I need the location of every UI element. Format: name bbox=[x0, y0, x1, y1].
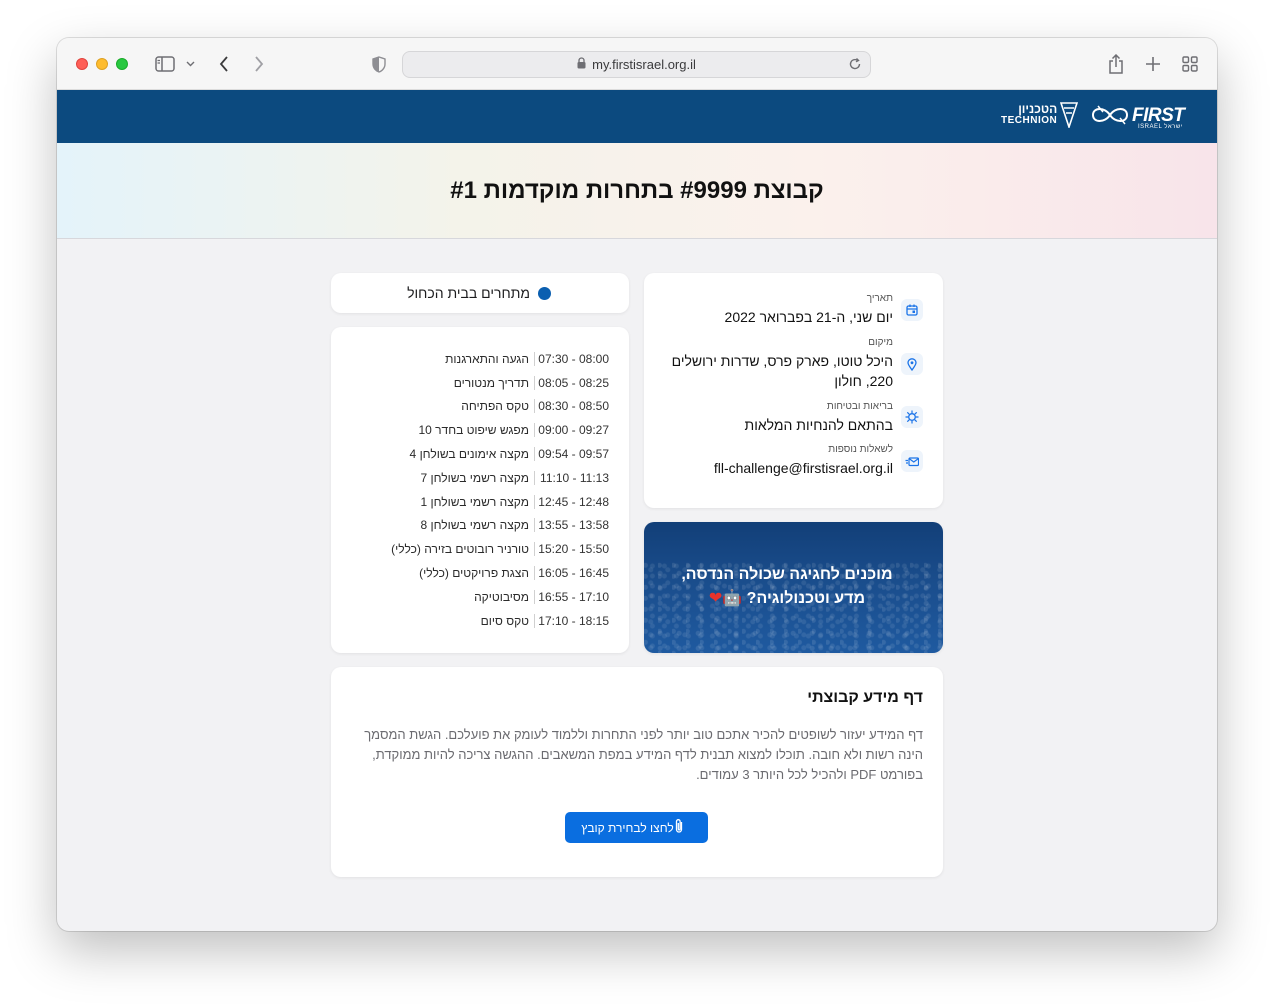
schedule-time: 17:10 - 16:55 bbox=[534, 589, 609, 604]
schedule-time: 08:25 - 08:05 bbox=[534, 375, 609, 390]
schedule-activity: טקס הפתיחה bbox=[461, 399, 529, 414]
robot-icon: 🤖 bbox=[722, 590, 743, 607]
schedule-row: 12:48 - 12:45 מקצה רשמי בשולחן 1 bbox=[349, 490, 609, 514]
calendar-icon bbox=[901, 299, 923, 321]
promo-banner[interactable]: מוכנים לחגיגה שכולה הנדסה, מדע וטכנולוגי… bbox=[644, 522, 943, 653]
safety-label: בריאות ובטיחות bbox=[826, 401, 893, 412]
schedule-time: 15:50 - 15:20 bbox=[534, 542, 609, 557]
team-info-card: דף מידע קבוצתי דף המידע יעזור לשופטים לה… bbox=[331, 667, 943, 877]
zoom-window-button[interactable] bbox=[116, 58, 128, 70]
event-info-card: תאריך יום שני, ה-21 בפברואר 2022 מיקום ה… bbox=[644, 273, 943, 508]
hero-banner: קבוצת #9999 בתחרות מוקדמות #1 bbox=[57, 143, 1217, 239]
schedule-list: 08:00 - 07:30 הגעה והתארגנות 08:25 - 08:05… bbox=[349, 347, 609, 633]
location-label: מיקום bbox=[868, 337, 893, 348]
location-value: היכל טוטו, פארק פרס, שדרות ירושלים 220, … bbox=[671, 353, 893, 389]
privacy-shield-icon[interactable] bbox=[369, 52, 389, 76]
schedule-row: 15:50 - 15:20 טורניר רובוטים בזירה (כללי) bbox=[349, 537, 609, 561]
schedule-activity: מקצה רשמי בשולחן 8 bbox=[420, 518, 529, 533]
close-window-button[interactable] bbox=[76, 58, 88, 70]
schedule-activity: טורניר רובוטים בזירה (כללי) bbox=[391, 542, 529, 557]
new-tab-icon[interactable] bbox=[1143, 52, 1163, 76]
promo-line-2-text: מדע וטכנולוגיה? bbox=[746, 590, 866, 607]
schedule-card: 08:00 - 07:30 הגעה והתארגנות 08:25 - 08:05… bbox=[331, 327, 629, 653]
schedule-activity: מקצה רשמי בשולחן 1 bbox=[420, 494, 529, 509]
schedule-activity: מסיבוטיקה bbox=[474, 589, 529, 604]
schedule-time: 08:50 - 08:30 bbox=[534, 399, 609, 414]
first-infinity-icon bbox=[1091, 105, 1129, 125]
lock-icon bbox=[577, 57, 586, 72]
technion-logo-hebrew: הטכניון bbox=[1018, 102, 1058, 116]
schedule-time: 12:48 - 12:45 bbox=[534, 494, 609, 509]
schedule-row: 16:45 - 16:05 הצגת פרויקטים (כללי) bbox=[349, 561, 609, 585]
tab-overview-icon[interactable] bbox=[1180, 52, 1200, 76]
schedule-row: 09:27 - 09:00 מפגש שיפוט בחדר 10 bbox=[349, 418, 609, 442]
contact-row: לשאלות נוספות fll-challenge@firstisrael.… bbox=[714, 444, 893, 478]
location-row: מיקום היכל טוטו, פארק פרס, שדרות ירושלים… bbox=[663, 337, 893, 391]
date-value: יום שני, ה-21 בפברואר 2022 bbox=[724, 309, 893, 325]
sidebar-toggle-icon[interactable] bbox=[153, 52, 177, 76]
schedule-row: 08:50 - 08:30 טקס הפתיחה bbox=[349, 395, 609, 419]
schedule-time: 08:00 - 07:30 bbox=[534, 351, 609, 366]
schedule-activity: מפגש שיפוט בחדר 10 bbox=[418, 423, 529, 438]
forward-arrow-icon[interactable] bbox=[250, 52, 268, 76]
safety-row: בריאות ובטיחות בהתאם להנחיות המלאות bbox=[745, 401, 893, 435]
paperclip-icon bbox=[674, 818, 684, 837]
first-logo-subtext: ISRAEL ישראל bbox=[1138, 124, 1183, 130]
schedule-row: 08:25 - 08:05 תדריך מנטורים bbox=[349, 371, 609, 395]
schedule-activity: הגעה והתארגנות bbox=[445, 351, 529, 366]
schedule-activity: הצגת פרויקטים (כללי) bbox=[419, 566, 529, 581]
page-title: קבוצת #9999 בתחרות מוקדמות #1 bbox=[450, 176, 824, 204]
site-header: הטכניון TECHNION FIRST ISRAEL ישראל bbox=[57, 90, 1217, 143]
reload-icon[interactable] bbox=[848, 57, 862, 74]
minimize-window-button[interactable] bbox=[96, 58, 108, 70]
house-status: מתחרים בבית הכחול bbox=[407, 285, 551, 301]
schedule-activity: מקצה רשמי בשולחן 7 bbox=[420, 470, 529, 485]
browser-toolbar: my.firstisrael.org.il bbox=[57, 38, 1217, 90]
schedule-row: 09:57 - 09:54 מקצה אימונים בשולחן 4 bbox=[349, 442, 609, 466]
technion-logo[interactable]: הטכניון TECHNION bbox=[1001, 102, 1058, 126]
url-text: my.firstisrael.org.il bbox=[592, 57, 696, 72]
contact-email-link[interactable]: fll-challenge@firstisrael.org.il bbox=[714, 458, 893, 478]
schedule-time: 09:27 - 09:00 bbox=[534, 423, 609, 438]
schedule-row: 13:58 - 13:55 מקצה רשמי בשולחן 8 bbox=[349, 514, 609, 538]
team-info-description: דף המידע יעזור לשופטים להכיר אתכם טוב יו… bbox=[364, 727, 923, 782]
technion-logo-english: TECHNION bbox=[1001, 115, 1058, 126]
schedule-row: 08:00 - 07:30 הגעה והתארגנות bbox=[349, 347, 609, 371]
upload-file-label: לחצו לבחירת קובץ bbox=[581, 820, 674, 835]
contact-label: לשאלות נוספות bbox=[828, 444, 893, 455]
schedule-time: 09:57 - 09:54 bbox=[534, 447, 609, 462]
promo-line-1: מוכנים לחגיגה שכולה הנדסה, bbox=[681, 566, 893, 583]
upload-file-button[interactable]: לחצו לבחירת קובץ bbox=[565, 812, 708, 843]
team-info-title: דף מידע קבוצתי bbox=[807, 689, 923, 706]
email-icon bbox=[901, 450, 923, 472]
schedule-activity: טקס סיום bbox=[480, 613, 529, 628]
heart-icon: ❤ bbox=[708, 590, 723, 607]
date-label: תאריך bbox=[866, 293, 893, 304]
chevron-down-icon[interactable] bbox=[183, 52, 197, 76]
schedule-row: 11:13 - 11:10 מקצה רשמי בשולחן 7 bbox=[349, 466, 609, 490]
schedule-row: 18:15 - 17:10 טקס סיום bbox=[349, 609, 609, 633]
share-icon[interactable] bbox=[1106, 52, 1126, 76]
schedule-time: 16:45 - 16:05 bbox=[534, 566, 609, 581]
date-row: תאריך יום שני, ה-21 בפברואר 2022 bbox=[725, 293, 893, 327]
back-arrow-icon[interactable] bbox=[215, 52, 233, 76]
house-status-label: מתחרים בבית הכחול bbox=[407, 285, 530, 301]
schedule-row: 17:10 - 16:55 מסיבוטיקה bbox=[349, 585, 609, 609]
schedule-time: 11:13 - 11:10 bbox=[534, 470, 609, 485]
house-status-card: מתחרים בבית הכחול bbox=[331, 273, 629, 313]
safety-value[interactable]: בהתאם להנחיות המלאות bbox=[745, 415, 893, 435]
browser-window: my.firstisrael.org.il הטכניון TECHNION F… bbox=[57, 38, 1217, 931]
schedule-activity: מקצה אימונים בשולחן 4 bbox=[409, 447, 529, 462]
virus-safety-icon bbox=[901, 406, 923, 428]
promo-text: מוכנים לחגיגה שכולה הנדסה, מדע וטכנולוגי… bbox=[647, 563, 927, 611]
status-dot-icon bbox=[538, 286, 551, 300]
promo-line-2: מדע וטכנולוגיה? 🤖❤ bbox=[647, 587, 927, 611]
location-pin-icon bbox=[901, 353, 923, 375]
schedule-time: 18:15 - 17:10 bbox=[534, 613, 609, 628]
address-bar[interactable]: my.firstisrael.org.il bbox=[402, 51, 871, 78]
schedule-time: 13:58 - 13:55 bbox=[534, 518, 609, 533]
schedule-activity: תדריך מנטורים bbox=[453, 375, 529, 390]
technion-emblem-icon bbox=[1059, 102, 1079, 133]
first-israel-logo[interactable]: FIRST ISRAEL ישראל bbox=[1090, 102, 1185, 133]
